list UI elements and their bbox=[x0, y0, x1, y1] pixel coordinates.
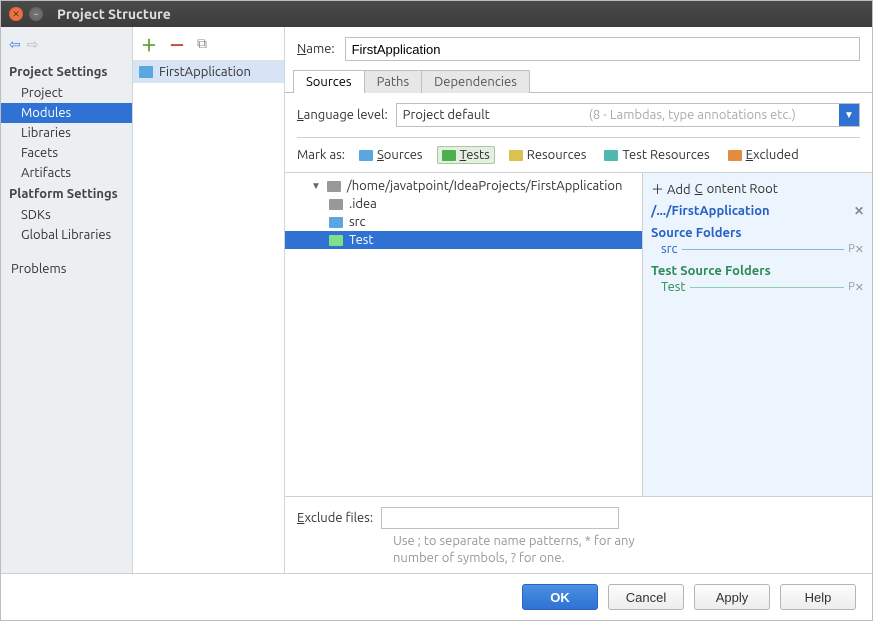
test-source-folder-item[interactable]: Test P ✕ bbox=[651, 280, 864, 296]
tree-item-test[interactable]: Test bbox=[285, 231, 642, 249]
folder-icon bbox=[509, 150, 523, 161]
module-name-input[interactable] bbox=[345, 37, 860, 61]
tree-root-label: /home/javatpoint/IdeaProjects/FirstAppli… bbox=[347, 179, 623, 193]
module-list: ＋ － ⧉ FirstApplication bbox=[133, 27, 285, 573]
language-level-hint: (8 - Lambdas, type annotations etc.) bbox=[493, 104, 796, 122]
content-root-panel: ＋ Add Content Root /.../FirstApplication… bbox=[642, 173, 872, 496]
folder-icon bbox=[329, 217, 343, 228]
copy-module-icon[interactable]: ⧉ bbox=[197, 35, 207, 52]
tree-item-label: .idea bbox=[349, 197, 377, 211]
tree-expand-icon[interactable]: ▼ bbox=[311, 180, 321, 192]
tab-paths[interactable]: Paths bbox=[364, 70, 423, 93]
tree-item-label: Test bbox=[349, 233, 374, 247]
ok-button[interactable]: OK bbox=[522, 584, 598, 610]
sidebar-item-facets[interactable]: Facets bbox=[1, 143, 132, 163]
edit-icon[interactable]: P bbox=[848, 281, 855, 293]
language-level-select[interactable]: Project default (8 - Lambdas, type annot… bbox=[396, 103, 860, 127]
sidebar-item-modules[interactable]: Modules bbox=[1, 103, 132, 123]
folder-icon bbox=[327, 181, 341, 192]
folder-icon bbox=[329, 235, 343, 246]
sidebar-item-libraries[interactable]: Libraries bbox=[1, 123, 132, 143]
help-button[interactable]: Help bbox=[780, 584, 856, 610]
exclude-files-hint: Use ; to separate name patterns, * for a… bbox=[297, 529, 637, 567]
mark-tests-button[interactable]: Tests bbox=[437, 146, 495, 164]
module-detail: Name: Sources Paths Dependencies Languag… bbox=[285, 27, 872, 573]
module-item-label: FirstApplication bbox=[159, 65, 251, 79]
close-icon[interactable]: ✕ bbox=[854, 204, 864, 218]
exclude-files-label: Exclude files: bbox=[297, 511, 373, 525]
window-title: Project Structure bbox=[57, 6, 171, 22]
sidebar-item-global-libraries[interactable]: Global Libraries bbox=[1, 225, 132, 245]
folder-icon bbox=[359, 150, 373, 161]
source-folders-heading: Source Folders bbox=[651, 220, 864, 242]
remove-module-icon[interactable]: － bbox=[169, 32, 185, 56]
tree-item-label: src bbox=[349, 215, 366, 229]
close-icon[interactable]: ✕ bbox=[855, 281, 864, 294]
dialog-buttons: OK Cancel Apply Help bbox=[1, 573, 872, 620]
test-source-folders-heading: Test Source Folders bbox=[651, 258, 864, 280]
language-level-value: Project default bbox=[403, 108, 490, 122]
edit-icon[interactable]: P bbox=[848, 243, 855, 255]
window-minimize-icon[interactable]: – bbox=[29, 7, 43, 21]
chevron-down-icon[interactable]: ▼ bbox=[839, 104, 859, 126]
tree-item-src[interactable]: src bbox=[285, 213, 642, 231]
close-icon[interactable]: ✕ bbox=[855, 243, 864, 256]
add-content-root-button[interactable]: ＋ Add Content Root bbox=[651, 177, 864, 202]
sidebar-item-sdks[interactable]: SDKs bbox=[1, 205, 132, 225]
mark-test-resources-button[interactable]: Test Resources bbox=[600, 147, 713, 163]
sidebar-heading-platform: Platform Settings bbox=[1, 183, 132, 205]
folder-icon bbox=[442, 150, 456, 161]
sidebar-item-artifacts[interactable]: Artifacts bbox=[1, 163, 132, 183]
sidebar-item-project[interactable]: Project bbox=[1, 83, 132, 103]
exclude-files-input[interactable] bbox=[381, 507, 619, 529]
folder-tree[interactable]: ▼ /home/javatpoint/IdeaProjects/FirstApp… bbox=[285, 173, 642, 496]
mark-resources-button[interactable]: Resources bbox=[505, 147, 591, 163]
title-bar: ✕ – Project Structure bbox=[1, 1, 872, 27]
window-close-icon[interactable]: ✕ bbox=[9, 7, 23, 21]
module-item[interactable]: FirstApplication bbox=[133, 61, 284, 83]
tree-item-idea[interactable]: .idea bbox=[285, 195, 642, 213]
mark-excluded-button[interactable]: Excluded bbox=[724, 147, 803, 163]
tab-dependencies[interactable]: Dependencies bbox=[421, 70, 530, 93]
back-icon[interactable]: ⇦ bbox=[9, 36, 21, 53]
name-label: Name: bbox=[297, 42, 335, 56]
tree-root[interactable]: ▼ /home/javatpoint/IdeaProjects/FirstApp… bbox=[285, 177, 642, 195]
folder-icon bbox=[604, 150, 618, 161]
cancel-button[interactable]: Cancel bbox=[608, 584, 684, 610]
add-module-icon[interactable]: ＋ bbox=[141, 32, 157, 56]
module-icon bbox=[139, 66, 153, 78]
detail-tabs: Sources Paths Dependencies bbox=[285, 69, 872, 93]
folder-icon bbox=[728, 150, 742, 161]
forward-icon[interactable]: ⇨ bbox=[27, 36, 39, 53]
source-folder-item[interactable]: src P ✕ bbox=[651, 242, 864, 258]
sidebar-heading-project: Project Settings bbox=[1, 61, 132, 83]
sidebar-item-problems[interactable]: Problems bbox=[1, 259, 132, 279]
mark-as-label: Mark as: bbox=[297, 148, 345, 162]
content-root-path[interactable]: /.../FirstApplication ✕ bbox=[651, 202, 864, 220]
category-sidebar: ⇦ ⇨ Project Settings Project Modules Lib… bbox=[1, 27, 133, 573]
apply-button[interactable]: Apply bbox=[694, 584, 770, 610]
folder-icon bbox=[329, 199, 343, 210]
mark-sources-button[interactable]: Sources bbox=[355, 147, 427, 163]
language-level-label: Language level: bbox=[297, 108, 388, 122]
tab-sources[interactable]: Sources bbox=[293, 70, 365, 93]
